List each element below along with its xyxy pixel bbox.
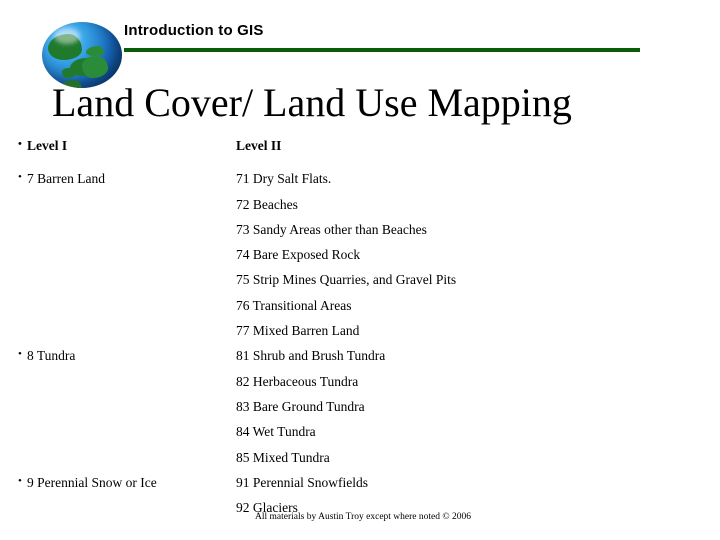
table-row: 84 Wet Tundra (0, 424, 720, 449)
table-row: 82 Herbaceous Tundra (0, 374, 720, 399)
table-row: 73 Sandy Areas other than Beaches (0, 222, 720, 247)
bullet-icon: • (18, 171, 22, 184)
bullet-icon: • (18, 138, 22, 150)
level-2-cell: 75 Strip Mines Quarries, and Gravel Pits (236, 272, 457, 288)
table-row: 83 Bare Ground Tundra (0, 399, 720, 424)
level-1-cell: • 7 Barren Land (18, 171, 105, 187)
table-row: • 9 Perennial Snow or Ice 91 Perennial Sn… (0, 475, 720, 500)
table-row: 72 Beaches (0, 197, 720, 222)
level-2-cell: 72 Beaches (236, 196, 298, 212)
table-row: 85 Mixed Tundra (0, 450, 720, 475)
globe-logo-icon (42, 22, 122, 88)
table-row: 74 Bare Exposed Rock (0, 247, 720, 272)
header-divider (124, 48, 640, 52)
bullet-icon: • (18, 348, 22, 361)
level-1-cell: • 8 Tundra (18, 348, 76, 364)
land-cover-table: • Level I Level II • 7 Barren Land 71 Dry … (0, 138, 720, 525)
table-header-row: • Level I Level II (0, 138, 720, 163)
level-2-cell: 71 Dry Salt Flats. (236, 171, 332, 187)
level-2-cell: 77 Mixed Barren Land (236, 323, 360, 339)
column-header-level-1: • Level I (18, 138, 68, 153)
level-2-cell: 91 Perennial Snowfields (236, 474, 368, 490)
course-title: Introduction to GIS (124, 22, 264, 39)
level-2-cell: 74 Bare Exposed Rock (236, 247, 361, 263)
page-title: Land Cover/ Land Use Mapping (52, 80, 572, 125)
level-2-cell: 83 Bare Ground Tundra (236, 398, 365, 414)
level-2-cell: 84 Wet Tundra (236, 424, 316, 440)
level-2-cell: 81 Shrub and Brush Tundra (236, 348, 386, 364)
level-2-cell: 85 Mixed Tundra (236, 449, 330, 465)
slide-footer: All materials by Austin Troy except wher… (0, 512, 720, 522)
copyright-credit: All materials by Austin Troy except wher… (255, 512, 471, 522)
slide-header: Introduction to GIS (0, 0, 720, 90)
table-row: 75 Strip Mines Quarries, and Gravel Pits (0, 272, 720, 297)
bullet-icon: • (18, 474, 22, 487)
level-2-cell: 76 Transitional Areas (236, 297, 352, 313)
level-1-cell: • 9 Perennial Snow or Ice (18, 474, 157, 490)
column-header-level-2: Level II (236, 138, 282, 153)
table-row: 76 Transitional Areas (0, 298, 720, 323)
globe-highlight (54, 28, 80, 44)
table-row: • 8 Tundra 81 Shrub and Brush Tundra (0, 348, 720, 373)
level-2-cell: 73 Sandy Areas other than Beaches (236, 221, 427, 237)
level-2-cell: 82 Herbaceous Tundra (236, 373, 359, 389)
table-row: • 7 Barren Land 71 Dry Salt Flats. (0, 171, 720, 196)
table-row: 77 Mixed Barren Land (0, 323, 720, 348)
